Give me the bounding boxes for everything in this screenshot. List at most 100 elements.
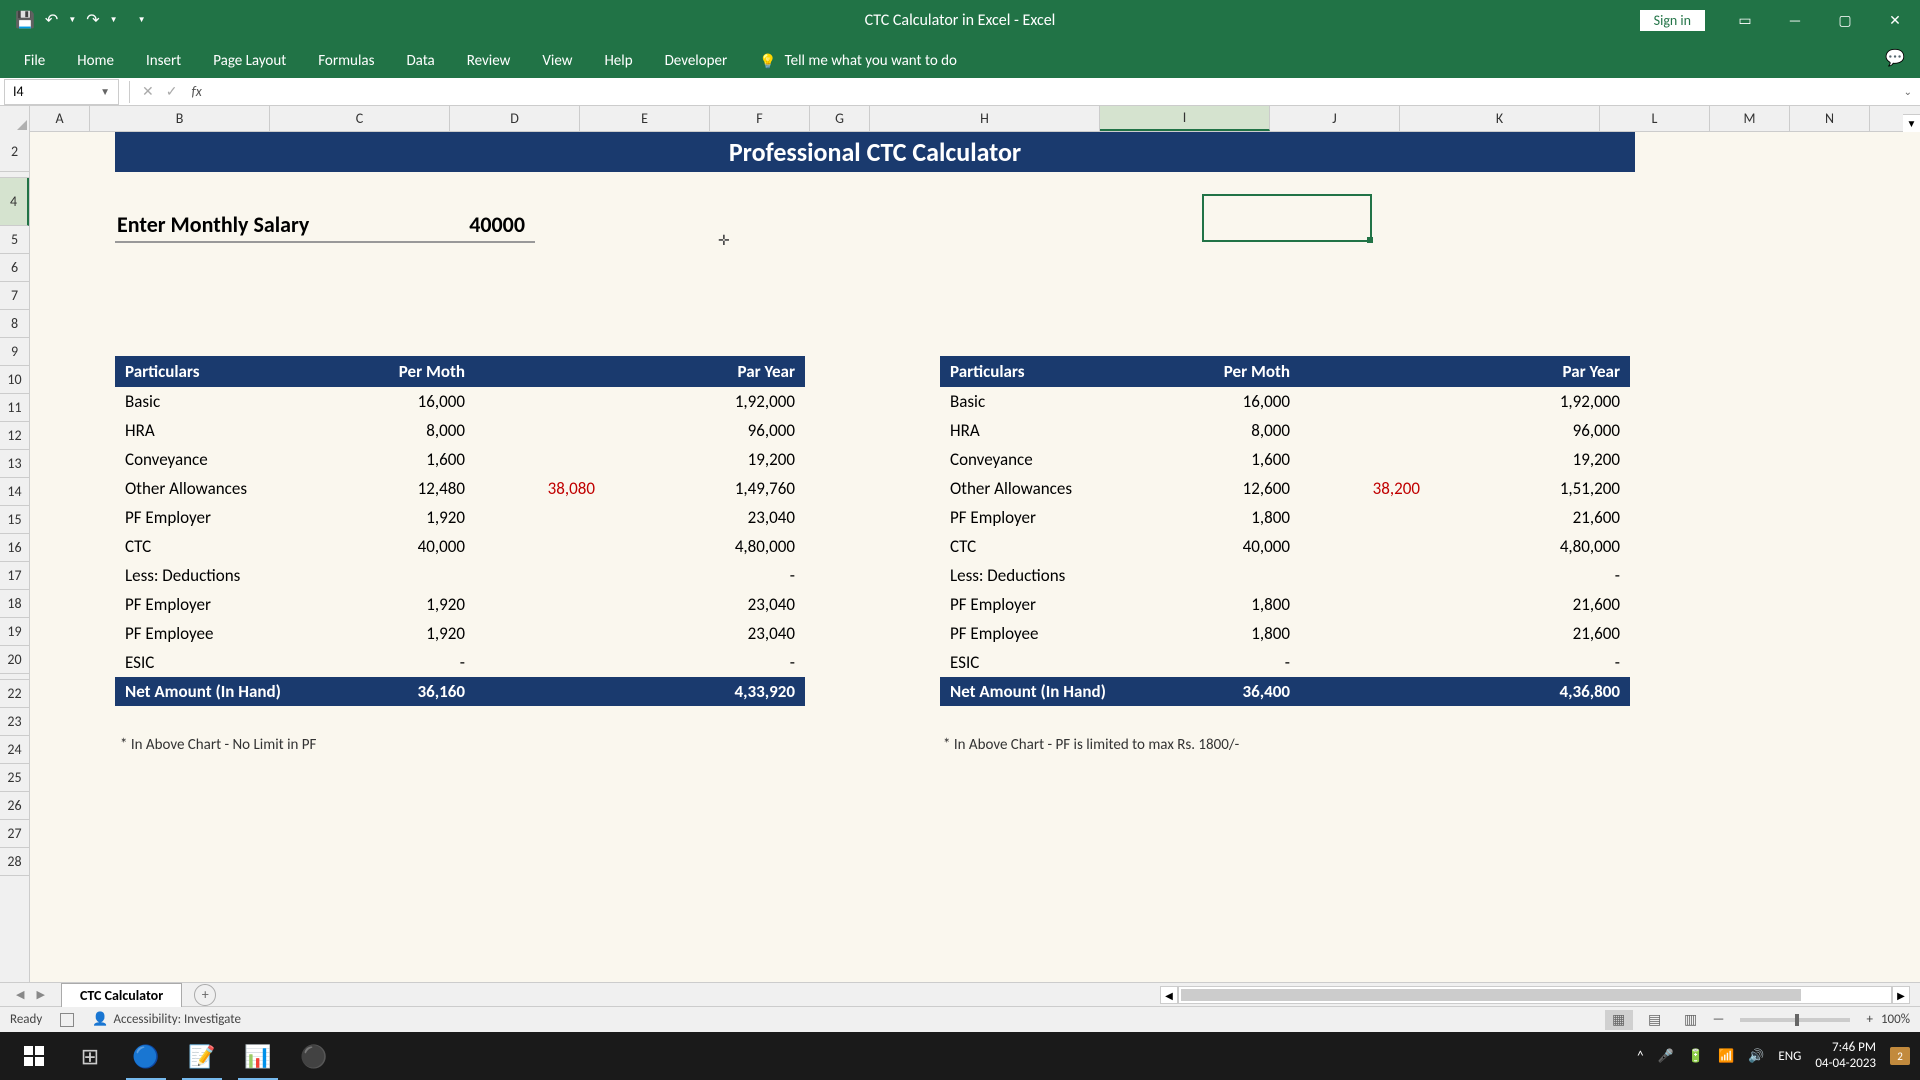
cell-extra[interactable] (1300, 590, 1430, 619)
cell-year[interactable]: 4,80,000 (605, 532, 805, 561)
maximize-icon[interactable]: ▢ (1820, 0, 1870, 40)
cell-particular[interactable]: HRA (940, 416, 1170, 445)
cell-month[interactable]: 12,480 (345, 474, 475, 503)
row-header-23[interactable]: 23 (0, 708, 29, 736)
zoom-in-button[interactable]: + (1866, 1012, 1872, 1027)
row-header-8[interactable]: 8 (0, 310, 29, 338)
col-header-L[interactable]: L (1600, 106, 1710, 131)
cell-month[interactable] (1170, 561, 1300, 590)
col-header-C[interactable]: C (270, 106, 450, 131)
scroll-right-icon[interactable]: ▶ (1892, 986, 1910, 1004)
tab-home[interactable]: Home (61, 44, 130, 78)
cell-month[interactable]: 1,920 (345, 590, 475, 619)
cell-extra[interactable] (475, 648, 605, 677)
col-header-G[interactable]: G (810, 106, 870, 131)
row-header-5[interactable]: 5 (0, 226, 29, 254)
view-page-break-icon[interactable]: ▥ (1677, 1010, 1705, 1030)
cell-month[interactable] (345, 561, 475, 590)
sheet-content[interactable]: Professional CTC Calculator Enter Monthl… (30, 132, 1920, 982)
share-icon[interactable]: 💬 (1885, 48, 1905, 68)
enter-formula-icon[interactable]: ✓ (160, 83, 184, 100)
selected-cell[interactable] (1202, 194, 1372, 242)
row-header-22[interactable]: 22 (0, 680, 29, 708)
tab-view[interactable]: View (526, 44, 588, 78)
tab-review[interactable]: Review (451, 44, 527, 78)
cell-year[interactable]: - (605, 561, 805, 590)
minimize-icon[interactable]: — (1770, 0, 1820, 40)
row-header-27[interactable]: 27 (0, 820, 29, 848)
close-icon[interactable]: ✕ (1870, 0, 1920, 40)
cell-month[interactable]: 1,920 (345, 619, 475, 648)
cell-extra[interactable] (475, 445, 605, 474)
tab-data[interactable]: Data (390, 44, 450, 78)
cell-month[interactable]: 8,000 (1170, 416, 1300, 445)
cell-particular[interactable]: Other Allowances (940, 474, 1170, 503)
sheet-nav-next-icon[interactable]: ▶ (30, 988, 50, 1001)
zoom-slider[interactable] (1740, 1018, 1850, 1022)
task-view-icon[interactable]: ⊞ (62, 1032, 118, 1080)
cell-year[interactable]: 21,600 (1430, 590, 1630, 619)
cell-extra[interactable]: 38,080 (475, 474, 605, 503)
tray-volume-icon[interactable]: 🔊 (1748, 1049, 1764, 1064)
cell-particular[interactable]: PF Employer (115, 503, 345, 532)
row-header-25[interactable]: 25 (0, 764, 29, 792)
ribbon-display-icon[interactable]: ▭ (1720, 0, 1770, 40)
scroll-down-icon[interactable]: ▼ (1903, 114, 1920, 132)
row-header-4[interactable]: 4 (0, 178, 29, 226)
row-header-15[interactable]: 15 (0, 506, 29, 534)
zoom-handle[interactable] (1795, 1014, 1799, 1026)
sheet-nav-prev-icon[interactable]: ◀ (10, 988, 30, 1001)
taskbar-chrome-icon[interactable]: 🔵 (118, 1032, 174, 1080)
spreadsheet-grid[interactable]: 2456789101112131415161718192022232425262… (0, 132, 1920, 982)
row-header-17[interactable]: 17 (0, 562, 29, 590)
taskbar-clock[interactable]: 7:46 PM 04-04-2023 (1815, 1040, 1876, 1071)
cell-particular[interactable]: CTC (115, 532, 345, 561)
cell-month[interactable]: 40,000 (1170, 532, 1300, 561)
cell-year[interactable]: 1,51,200 (1430, 474, 1630, 503)
save-icon[interactable]: 💾 (15, 10, 35, 30)
cell-particular[interactable]: Basic (115, 387, 345, 416)
cell-extra[interactable] (1300, 503, 1430, 532)
row-header-28[interactable]: 28 (0, 848, 29, 876)
start-button[interactable] (6, 1032, 62, 1080)
tab-formulas[interactable]: Formulas (302, 44, 390, 78)
cell-particular[interactable]: PF Employer (940, 503, 1170, 532)
row-header-18[interactable]: 18 (0, 590, 29, 618)
cell-month[interactable]: 1,800 (1170, 503, 1300, 532)
tray-mic-icon[interactable]: 🎤 (1658, 1049, 1674, 1064)
cell-year[interactable]: - (605, 648, 805, 677)
cell-month[interactable]: 1,800 (1170, 590, 1300, 619)
redo-icon[interactable]: ↷ (86, 10, 99, 30)
view-normal-icon[interactable]: ▦ (1605, 1010, 1633, 1030)
cell-year[interactable]: 96,000 (1430, 416, 1630, 445)
signin-button[interactable]: Sign in (1640, 10, 1705, 31)
tray-language[interactable]: ENG (1778, 1049, 1801, 1064)
cell-particular[interactable]: Other Allowances (115, 474, 345, 503)
zoom-out-button[interactable]: — (1713, 1012, 1725, 1027)
cell-particular[interactable]: Less: Deductions (115, 561, 345, 590)
col-header-E[interactable]: E (580, 106, 710, 131)
cell-particular[interactable]: Conveyance (115, 445, 345, 474)
cell-particular[interactable]: ESIC (940, 648, 1170, 677)
accessibility-status[interactable]: 👤 Accessibility: Investigate (92, 1012, 241, 1027)
undo-icon[interactable]: ↶ (45, 10, 58, 30)
cell-year[interactable]: 4,80,000 (1430, 532, 1630, 561)
hscroll-thumb[interactable] (1181, 989, 1801, 1001)
tab-file[interactable]: File (8, 44, 61, 78)
row-header-10[interactable]: 10 (0, 366, 29, 394)
cell-year[interactable]: 1,92,000 (605, 387, 805, 416)
cell-month[interactable]: 1,800 (1170, 619, 1300, 648)
cell-year[interactable]: 21,600 (1430, 619, 1630, 648)
notification-icon[interactable]: 2 (1890, 1047, 1910, 1065)
row-header-2[interactable]: 2 (0, 132, 29, 172)
cell-month[interactable]: 1,920 (345, 503, 475, 532)
col-header-A[interactable]: A (30, 106, 90, 131)
cell-extra[interactable] (475, 590, 605, 619)
cell-particular[interactable]: ESIC (115, 648, 345, 677)
cell-extra[interactable] (1300, 445, 1430, 474)
salary-value[interactable]: 40000 (469, 211, 535, 238)
cell-month[interactable]: 40,000 (345, 532, 475, 561)
cell-extra[interactable] (475, 416, 605, 445)
cell-particular[interactable]: HRA (115, 416, 345, 445)
cell-month[interactable]: - (345, 648, 475, 677)
